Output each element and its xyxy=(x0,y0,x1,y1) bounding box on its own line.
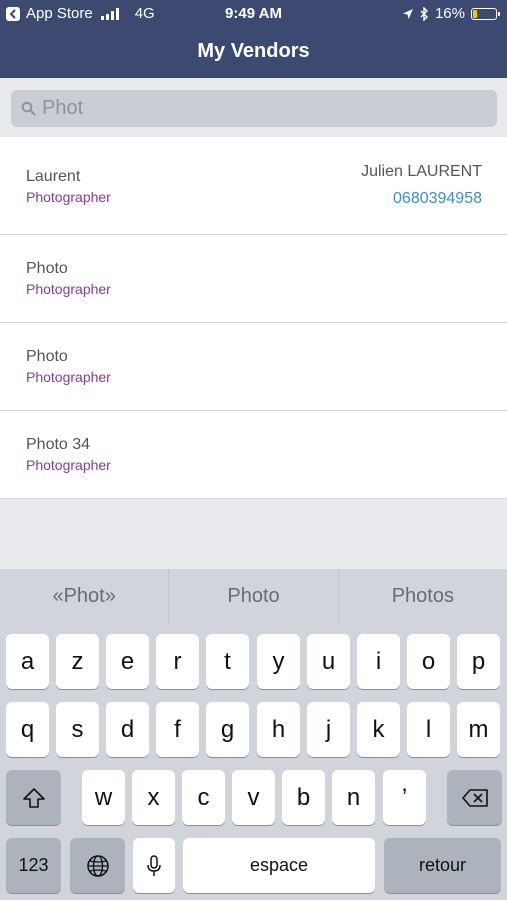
key-letter[interactable]: n xyxy=(332,770,375,825)
key-letter[interactable]: i xyxy=(357,634,400,689)
key-letter[interactable]: q xyxy=(6,702,49,757)
key-letter[interactable]: p xyxy=(457,634,500,689)
key-letter[interactable]: x xyxy=(132,770,175,825)
key-letter[interactable]: f xyxy=(156,702,199,757)
shift-key[interactable] xyxy=(6,770,61,825)
delete-key[interactable] xyxy=(447,770,502,825)
keyboard-suggestions: «Phot» Photo Photos xyxy=(0,569,507,624)
battery-percent: 16% xyxy=(434,5,465,22)
vendor-row[interactable]: Photo 34 Photographer xyxy=(0,411,507,499)
microphone-key[interactable] xyxy=(133,838,175,893)
keyboard: a z e r t y u i o p q s d f g h j k l m … xyxy=(0,624,507,900)
bluetooth-icon xyxy=(420,6,428,21)
microphone-icon xyxy=(147,854,161,876)
key-letter[interactable]: y xyxy=(257,634,300,689)
key-letter[interactable]: v xyxy=(232,770,275,825)
header: App Store 4G 9:49 AM 16% My Vendors xyxy=(0,0,507,78)
key-letter[interactable]: u xyxy=(307,634,350,689)
vendor-name: Photo xyxy=(26,260,68,277)
vendor-phone-link[interactable]: 0680394958 xyxy=(393,190,482,208)
key-letter[interactable]: a xyxy=(6,634,49,689)
key-letter[interactable]: g xyxy=(206,702,249,757)
key-letter[interactable]: k xyxy=(357,702,400,757)
status-bar: App Store 4G 9:49 AM 16% xyxy=(0,0,507,28)
space-key[interactable]: espace xyxy=(183,838,375,893)
vendor-category: Photographer xyxy=(26,457,111,473)
suggestion-item[interactable]: «Phot» xyxy=(0,569,170,624)
key-letter[interactable]: e xyxy=(106,634,149,689)
vendor-row[interactable]: Photo Photographer xyxy=(0,323,507,411)
key-letter[interactable]: b xyxy=(282,770,325,825)
vendor-category: Photographer xyxy=(26,369,111,385)
battery-level xyxy=(473,9,477,18)
key-letter[interactable]: m xyxy=(457,702,500,757)
vendor-category: Photographer xyxy=(26,281,111,297)
numbers-key[interactable]: 123 xyxy=(6,838,61,893)
battery-icon xyxy=(471,7,500,20)
key-letter[interactable]: r xyxy=(156,634,199,689)
key-apostrophe[interactable]: ’ xyxy=(383,770,426,825)
status-right: 16% xyxy=(402,5,500,22)
location-icon xyxy=(402,8,413,19)
key-letter[interactable]: j xyxy=(307,702,350,757)
shift-icon xyxy=(22,787,45,808)
key-letter[interactable]: h xyxy=(257,702,300,757)
search-icon xyxy=(21,101,36,116)
vendor-contact: Julien LAURENT xyxy=(361,163,482,180)
key-letter[interactable]: d xyxy=(106,702,149,757)
suggestion-item[interactable]: Photo xyxy=(169,569,339,624)
key-letter[interactable]: c xyxy=(182,770,225,825)
key-letter[interactable]: w xyxy=(82,770,125,825)
vendor-category: Photographer xyxy=(26,189,111,205)
key-letter[interactable]: o xyxy=(407,634,450,689)
page-title: My Vendors xyxy=(197,40,310,62)
vendor-name: Laurent xyxy=(26,168,81,185)
key-letter[interactable]: s xyxy=(56,702,99,757)
key-letter[interactable]: z xyxy=(56,634,99,689)
return-key[interactable]: retour xyxy=(384,838,501,893)
vendor-list: Laurent Photographer Julien LAURENT 0680… xyxy=(0,137,507,499)
globe-icon xyxy=(86,854,109,877)
key-letter[interactable]: l xyxy=(407,702,450,757)
key-letter[interactable]: t xyxy=(206,634,249,689)
delete-icon xyxy=(461,788,488,807)
vendor-row[interactable]: Laurent Photographer Julien LAURENT 0680… xyxy=(0,137,507,235)
vendor-row[interactable]: Photo Photographer xyxy=(0,235,507,323)
vendor-name: Photo xyxy=(26,348,68,365)
search-area: Phot xyxy=(0,78,507,136)
search-input[interactable]: Phot xyxy=(11,90,497,127)
globe-key[interactable] xyxy=(70,838,125,893)
search-value: Phot xyxy=(42,97,84,119)
vendor-name: Photo 34 xyxy=(26,436,91,453)
suggestion-item[interactable]: Photos xyxy=(339,569,507,624)
